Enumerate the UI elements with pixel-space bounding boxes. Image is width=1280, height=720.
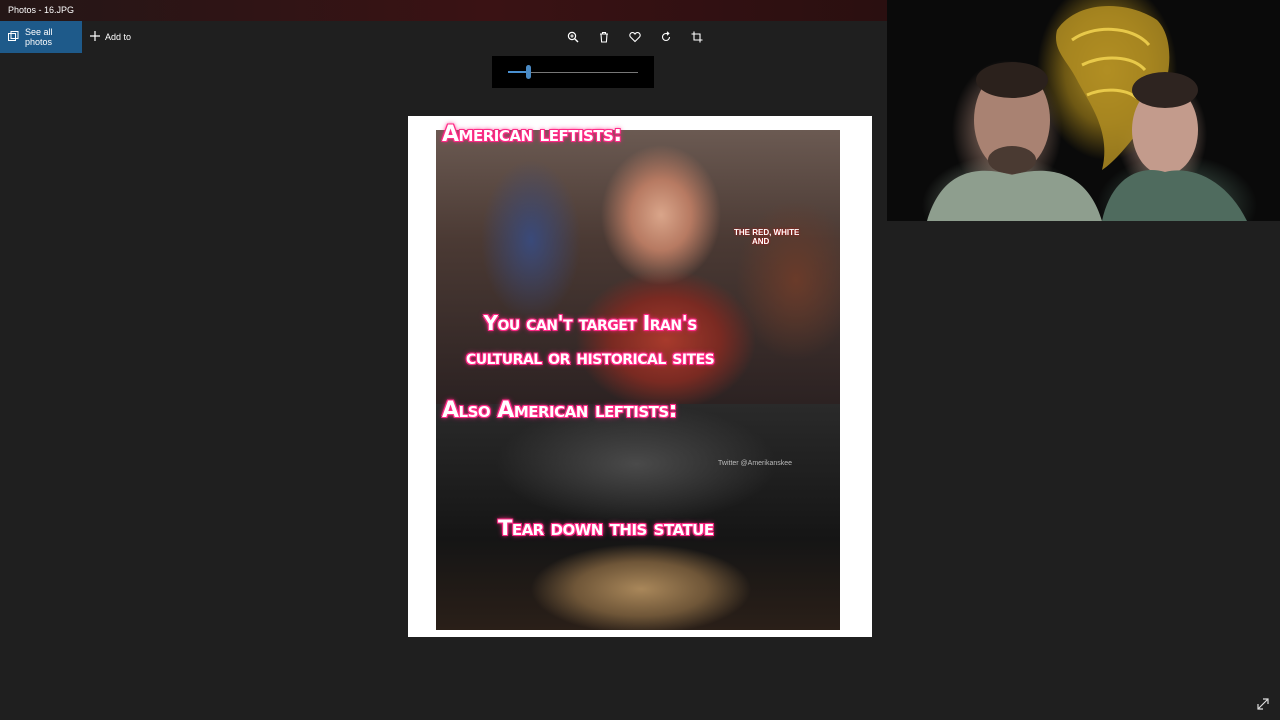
zoom-slider-panel (492, 56, 654, 88)
delete-icon[interactable] (594, 27, 614, 47)
add-to-button[interactable]: Add to (90, 21, 131, 53)
webcam-overlay (887, 0, 1280, 221)
see-all-photos-button[interactable]: See all photos (0, 21, 82, 53)
window-title: Photos - 16.JPG (0, 0, 887, 21)
photo-viewer-image[interactable]: American leftists: You can't target Iran… (408, 116, 872, 637)
add-to-label: Add to (105, 32, 132, 42)
meme-credit: Twitter @Amerikanskee (718, 460, 793, 467)
meme-quote-2: Tear down this statue (498, 516, 714, 540)
meme-heading-2: Also American leftists: (442, 398, 677, 423)
see-all-photos-label: See all photos (25, 27, 53, 47)
expand-icon[interactable] (1255, 696, 1271, 712)
watermark-line2: AND (752, 237, 770, 246)
crop-icon[interactable] (687, 27, 707, 47)
photo-toolbar: See all photos Add to (0, 21, 887, 53)
meme-heading-1: American leftists: (442, 122, 622, 147)
zoom-slider-thumb[interactable] (526, 65, 532, 79)
favorite-icon[interactable] (625, 27, 645, 47)
meme-watermark: THE RED, WHITE AND (734, 228, 799, 246)
webcam-scene (927, 6, 1247, 221)
meme-quote-1-line2: cultural or historical sites (466, 345, 715, 369)
watermark-line1: THE RED, WHITE (734, 228, 800, 237)
meme-quote-1: You can't target Iran's cultural or hist… (466, 306, 715, 374)
meme-quote-1-line1: You can't target Iran's (483, 311, 697, 335)
rotate-icon[interactable] (656, 27, 676, 47)
plus-icon (90, 31, 100, 43)
photos-icon (8, 31, 19, 43)
zoom-icon[interactable] (563, 27, 583, 47)
